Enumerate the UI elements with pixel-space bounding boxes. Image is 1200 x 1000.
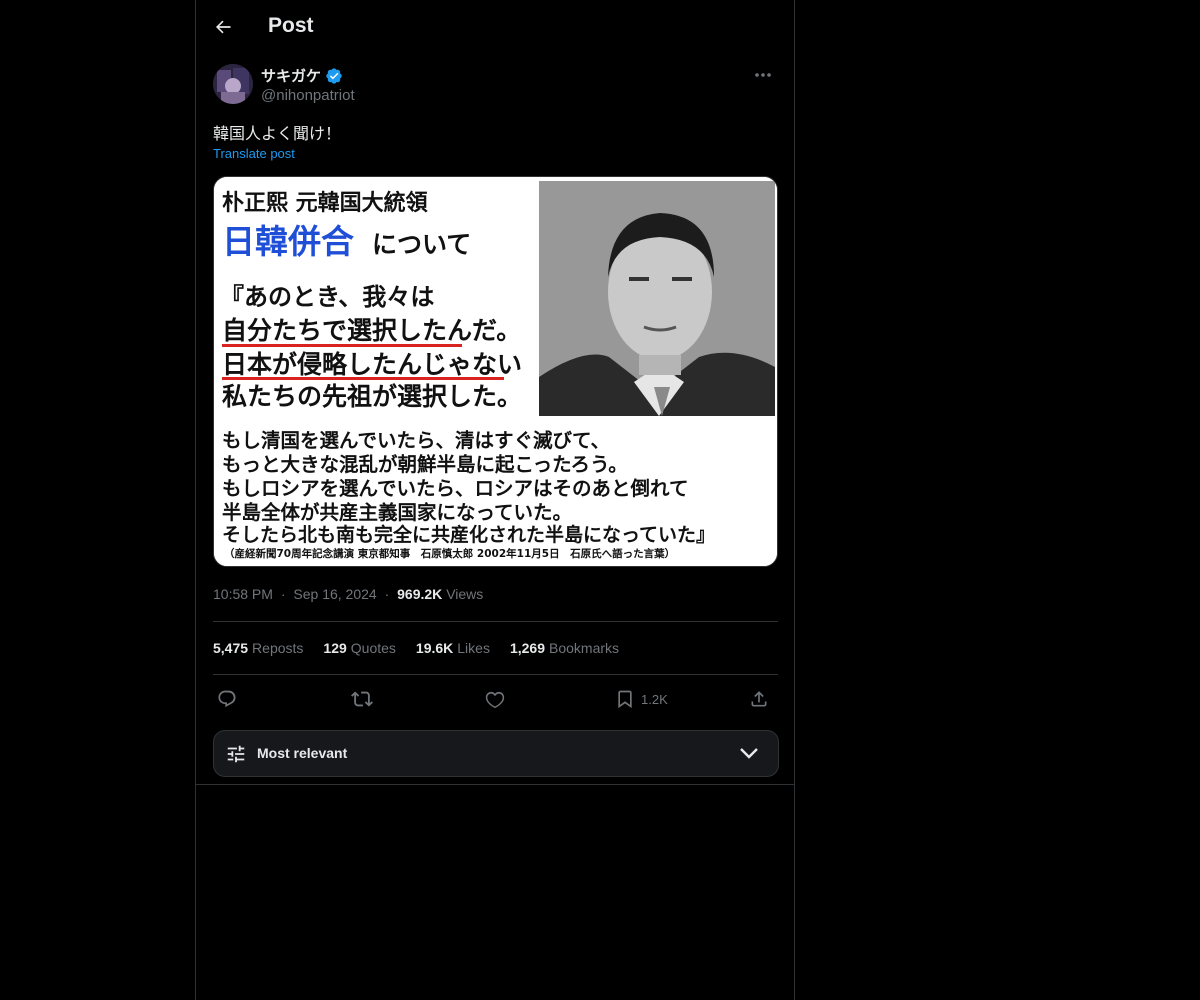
quotes-label: Quotes [350, 640, 396, 656]
likes-label: Likes [457, 640, 490, 656]
divider [196, 784, 794, 785]
likes-count: 19.6K [415, 640, 454, 656]
back-button[interactable] [210, 14, 236, 40]
page-title: Post [268, 14, 314, 37]
divider [213, 621, 778, 622]
repost-icon [351, 691, 373, 707]
reposts-count: 5,475 [213, 640, 249, 656]
image-quote-2: 自分たちで選択したんだ。 [222, 316, 521, 345]
sort-label: Most relevant [257, 745, 348, 761]
image-caption: （産経新聞70周年記念講演 東京都知事 石原慎太郎 2002年11月5日 石原氏… [224, 547, 675, 560]
likes-stat[interactable]: 19.6K Likes [416, 640, 490, 656]
author-row: サキガケ @nihonpatriot [213, 64, 778, 106]
top-bar: Post [196, 0, 794, 54]
portrait-photo [539, 181, 775, 416]
bookmark-button[interactable]: 1.2K [615, 686, 668, 712]
views-label: Views [446, 586, 484, 602]
share-button[interactable] [749, 686, 769, 712]
image-body-2: もっと大きな混乱が朝鮮半島に起こったろう。 [222, 453, 628, 476]
quotes-stat[interactable]: 129 Quotes [323, 640, 396, 656]
post-text: 韓国人よく聞け！ [213, 126, 342, 143]
engagement-stats: 5,475 Reposts 129 Quotes 19.6K Likes 1,269 B… [213, 640, 619, 656]
avatar[interactable] [213, 64, 253, 104]
quotes-count: 129 [323, 640, 347, 656]
action-bar: 1.2K [213, 684, 778, 714]
translate-post-link[interactable]: Translate post [213, 146, 295, 161]
chevron-down-icon [740, 748, 758, 759]
more-dots-icon [755, 73, 771, 77]
sort-replies-dropdown[interactable]: Most relevant [213, 730, 779, 777]
image-quote-1: 『あのとき、我々は [220, 283, 434, 311]
verified-badge-icon [326, 67, 342, 84]
views-count: 969.2K [397, 586, 443, 602]
image-line-2-blue: 日韓併合 [222, 222, 354, 261]
more-options-button[interactable] [748, 64, 778, 86]
bookmarks-label: Bookmarks [549, 640, 620, 656]
image-line-2-rest: について [372, 230, 471, 259]
bookmark-icon [618, 690, 632, 709]
author-name[interactable]: サキガケ [261, 65, 343, 86]
reply-button[interactable] [217, 686, 237, 712]
post-column: Post サキガケ @nihonpatriot 韓国人よく聞け！ Transla… [195, 0, 795, 1000]
bookmarks-stat[interactable]: 1,269 Bookmarks [510, 640, 619, 656]
author-handle[interactable]: @nihonpatriot [261, 87, 355, 104]
back-arrow-icon [216, 20, 231, 34]
image-quote-4: 私たちの先祖が選択した。 [222, 382, 522, 411]
image-body-3: もしロシアを選んでいたら、ロシアはそのあと倒れて [222, 477, 688, 500]
image-body-5: そしたら北も南も完全に共産化された半島になっていた』 [222, 523, 715, 546]
meta-separator-2: · [384, 586, 390, 602]
share-icon [751, 691, 767, 707]
like-button[interactable] [485, 686, 505, 712]
underline-1 [222, 344, 462, 347]
reply-icon [218, 690, 236, 708]
repost-button[interactable] [351, 686, 373, 712]
underline-2 [222, 377, 504, 380]
divider [213, 674, 778, 675]
bookmarks-count: 1,269 [509, 640, 545, 656]
post-time[interactable]: 10:58 PM [213, 586, 273, 602]
image-body-4: 半島全体が共産主義国家になっていた。 [222, 501, 572, 524]
reposts-label: Reposts [252, 640, 304, 656]
post-image[interactable]: 朴正熙 元韓国大統領 日韓併合 について 『あのとき、我々は 自分たちで選択した… [213, 176, 778, 567]
bookmark-count: 1.2K [641, 691, 668, 707]
reposts-stat[interactable]: 5,475 Reposts [213, 640, 303, 656]
filter-sliders-icon [227, 745, 245, 763]
meta-separator: · [280, 586, 286, 602]
post-date[interactable]: Sep 16, 2024 [293, 586, 376, 602]
image-line-1: 朴正熙 元韓国大統領 [222, 190, 429, 216]
heart-icon [485, 691, 505, 709]
image-quote-3: 日本が侵略したんじゃない [222, 350, 522, 379]
image-body-1: もし清国を選んでいたら、清はすぐ滅びて、 [222, 429, 610, 452]
author-name-text: サキガケ [261, 68, 322, 85]
post-meta: 10:58 PM · Sep 16, 2024 · 969.2K Views [213, 586, 483, 602]
